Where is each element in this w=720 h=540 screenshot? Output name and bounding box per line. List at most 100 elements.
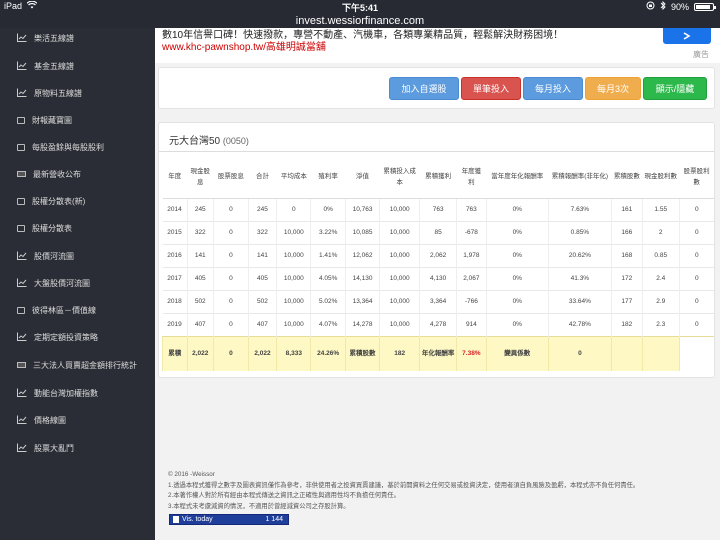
table-row: 2016 141 0 141 10,000 1.41% 12,062 10,000 2,062 1… xyxy=(162,243,714,267)
chart-line-icon xyxy=(17,251,27,261)
fund-code: (0050) xyxy=(222,136,249,146)
column-header: 股票股息 xyxy=(213,156,249,199)
sidebar-item[interactable]: 股價河流圖 xyxy=(0,246,155,266)
table-cell: 2,062 xyxy=(419,243,457,267)
sidebar-item[interactable]: 每股盈餘與每股股利 xyxy=(0,137,155,157)
total-shares-label: 累積股數 xyxy=(344,335,380,371)
column-header: 合計 xyxy=(248,156,277,199)
monthly-3x-button[interactable]: 每月3次 xyxy=(585,77,641,100)
chart-line-icon xyxy=(17,443,27,453)
column-header: 累積投入成本 xyxy=(379,156,420,199)
table-cell: 4.05% xyxy=(310,266,346,290)
table-cell: 502 xyxy=(186,289,214,313)
ad-label: 廣告 xyxy=(693,50,709,59)
chart-line-icon xyxy=(17,33,27,43)
disclaimer-3: 3.本程式未考慮減資的情況，不適用於曾經減資公司之存股計算。 xyxy=(168,502,350,510)
square-icon xyxy=(17,143,25,151)
main-content: 數10年信譽口碑！快速撥款，專營不動產、汽機車，各類專業精品質，輕鬆解決財務困境… xyxy=(155,28,720,540)
rotation-lock-icon xyxy=(646,1,655,12)
table-cell: 2 xyxy=(641,220,680,244)
table-cell: 0 xyxy=(678,243,714,267)
table-cell: 502 xyxy=(247,289,277,313)
total-yield: 24.26% xyxy=(310,335,346,371)
sidebar-item[interactable]: 價格線圖 xyxy=(0,410,155,430)
total-empty-cell xyxy=(610,335,643,371)
sidebar-item[interactable]: 基金五線譜 xyxy=(0,56,155,76)
table-cell: 4.07% xyxy=(310,312,346,336)
table-cell: 0 xyxy=(678,220,714,244)
visitor-counter[interactable]: Vis. today 1 144 xyxy=(169,514,289,525)
table-cell: 0 xyxy=(678,197,714,221)
table-cell: 0 xyxy=(213,243,249,267)
disclaimer-1: 1.透過本程式獲得之數字及圖表資訊僅作為參考，非供使用者之投資買賣建議，基於前開… xyxy=(168,481,640,489)
card-icon xyxy=(17,362,26,368)
ad-link[interactable]: www.khc-pawnshop.tw/高雄明誠當舖 xyxy=(162,38,326,53)
add-watchlist-button[interactable]: 加入自選股 xyxy=(389,77,459,100)
sidebar-item[interactable]: 股權分散表 xyxy=(0,218,155,238)
sidebar-item[interactable]: 股權分散表(新) xyxy=(0,191,155,211)
chart-line-icon xyxy=(17,61,27,71)
sidebar-item[interactable]: 三大法人買賣超金額排行統計 xyxy=(0,355,155,375)
table-cell: 12,062 xyxy=(344,243,380,267)
column-header: 股票股利數 xyxy=(679,156,714,199)
total-cash-dividend: 2,022 xyxy=(186,335,214,371)
table-cell: 7.63% xyxy=(547,197,612,221)
table-cell: -766 xyxy=(456,289,487,313)
copyright: © 2016 -Weissor xyxy=(168,471,215,478)
sidebar-item-label: 股權分散表(新) xyxy=(32,196,86,206)
table-cell: 172 xyxy=(610,266,643,290)
sidebar-item[interactable]: 動能台灣加權指數 xyxy=(0,383,155,403)
column-header: 殖利率 xyxy=(310,156,346,199)
action-button-panel: 加入自選股 單筆投入 每月投入 每月3次 顯示/隱藏 xyxy=(158,67,715,109)
table-cell: 763 xyxy=(456,197,487,221)
table-cell: 1.41% xyxy=(310,243,346,267)
table-cell: 14,278 xyxy=(344,312,380,336)
table-cell: 166 xyxy=(610,220,643,244)
sidebar-item-label: 財報藏寶圖 xyxy=(32,115,72,125)
table-cell: 14,130 xyxy=(344,266,380,290)
chart-line-icon xyxy=(17,88,27,98)
single-invest-button[interactable]: 單筆投入 xyxy=(461,77,521,100)
sidebar-item[interactable]: 原物料五線譜 xyxy=(0,83,155,103)
sidebar-item[interactable]: 大盤股價河流圖 xyxy=(0,273,155,293)
total-average-cost: 8,333 xyxy=(276,335,311,371)
toggle-display-button[interactable]: 顯示/隱藏 xyxy=(643,77,707,100)
dividend-table: 年度 現金股息 股票股息 合計 平均成本 殖利率 淨值 累積投入成本 累積獲利 年度獲利 當年度年化… xyxy=(162,156,714,371)
table-cell: 2015 xyxy=(162,220,187,244)
table-cell: 0.85 xyxy=(641,243,680,267)
ad-arrow-button[interactable] xyxy=(663,28,711,44)
table-cell: 0% xyxy=(310,197,346,221)
status-bar: iPad 下午5:41 90% xyxy=(0,0,720,14)
table-cell: 3,364 xyxy=(419,289,457,313)
table-cell: 0% xyxy=(485,220,549,244)
table-cell: 10,085 xyxy=(344,220,380,244)
table-cell: 322 xyxy=(247,220,277,244)
sidebar-item[interactable]: 股票大亂鬥 xyxy=(0,438,155,458)
table-cell: 2016 xyxy=(162,243,187,267)
table-cell: 245 xyxy=(186,197,214,221)
sidebar-item[interactable]: 財報藏寶圖 xyxy=(0,110,155,130)
sidebar-item-label: 最新營收公布 xyxy=(33,169,81,179)
table-cell: -678 xyxy=(456,220,487,244)
table-row: 2014 245 0 245 0 0% 10,763 10,000 763 763 0% 7.63% 1… xyxy=(162,197,714,221)
column-header: 當年度年化報酬率 xyxy=(486,156,549,199)
sidebar-item[interactable]: 定期定額投資策略 xyxy=(0,327,155,347)
table-cell: 141 xyxy=(247,243,277,267)
column-header: 年度 xyxy=(162,156,187,199)
battery-icon xyxy=(694,2,716,11)
monthly-invest-button[interactable]: 每月投入 xyxy=(523,77,583,100)
status-right: 90% xyxy=(646,0,716,12)
sidebar-item[interactable]: 彼得林區－價值線 xyxy=(0,300,155,320)
sidebar-item[interactable]: 最新營收公布 xyxy=(0,164,155,184)
column-header: 年度獲利 xyxy=(456,156,487,199)
square-icon xyxy=(17,116,25,124)
ad-banner[interactable]: 數10年信譽口碑！快速撥款，專營不動產、汽機車，各類專業精品質，輕鬆解決財務困境… xyxy=(155,28,720,63)
table-cell: 2.9 xyxy=(641,289,680,313)
chart-line-icon xyxy=(17,332,27,342)
volatility-label: 變異係數 xyxy=(485,335,549,371)
square-icon xyxy=(17,224,25,232)
table-cell: 13,364 xyxy=(344,289,380,313)
table-cell: 0% xyxy=(485,289,549,313)
total-stock-dividend: 0 xyxy=(213,335,249,371)
sidebar-item[interactable]: 樂活五線譜 xyxy=(0,28,155,48)
